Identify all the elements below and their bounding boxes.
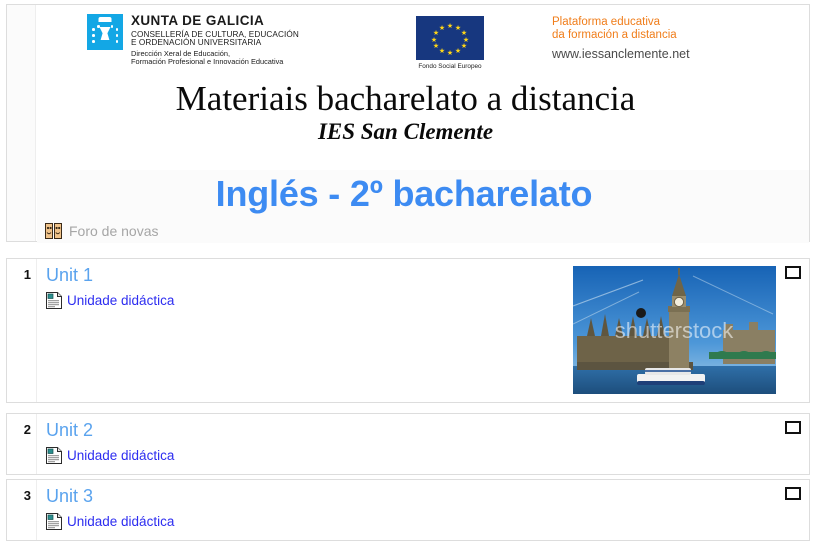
course-banner: XUNTA DE GALICIA CONSELLERÍA DE CULTURA,… (37, 5, 774, 170)
document-icon (46, 513, 62, 530)
banner-logo-row: XUNTA DE GALICIA CONSELLERÍA DE CULTURA,… (37, 5, 774, 75)
course-section-3: 3 Unit 3 Unidade didáctica (6, 479, 810, 541)
section-side-strip (7, 5, 36, 241)
activity-item-forum[interactable]: Foro de novas (45, 223, 159, 239)
section-inner: 2 Unit 2 Unidade didáctica (7, 414, 809, 474)
banner-subtitle: IES San Clemente (317, 118, 494, 144)
section-content: Unit 2 Unidade didáctica (36, 414, 809, 474)
section-select-checkbox[interactable] (785, 421, 801, 434)
section-content: Unit 3 Unidade didáctica (36, 480, 809, 540)
resource-label: Unidade didáctica (67, 448, 175, 463)
resource-label: Unidade didáctica (67, 293, 175, 308)
platform-line-1: Plataforma educativa (552, 16, 661, 28)
platform-info-block: Plataforma educativa da formación a dist… (552, 16, 767, 61)
resource-label: Unidade didáctica (67, 514, 175, 529)
document-icon (46, 447, 62, 464)
resource-item-unidade-didactica[interactable]: Unidade didáctica (46, 513, 174, 530)
xunta-text-block: XUNTA DE GALICIA CONSELLERÍA DE CULTURA,… (131, 13, 299, 67)
banner-title: Materiais bacharelato a distancia (175, 79, 636, 118)
galicia-coat-of-arms-icon (87, 14, 123, 50)
resource-item-unidade-didactica[interactable]: Unidade didáctica (46, 447, 174, 464)
section-title-unit-3[interactable]: Unit 3 (46, 486, 93, 507)
header-inner: XUNTA DE GALICIA CONSELLERÍA DE CULTURA,… (7, 5, 809, 243)
xunta-title: XUNTA DE GALICIA (131, 13, 265, 28)
document-icon (46, 292, 62, 309)
course-section-1: 1 Unit 1 Unidade didáctica shutterstock (6, 258, 810, 403)
course-header-section: XUNTA DE GALICIA CONSELLERÍA DE CULTURA,… (6, 4, 810, 243)
european-union-caption: Fondo Social Europeo (418, 63, 482, 70)
section-number: 3 (23, 488, 31, 503)
forum-icon (45, 223, 62, 239)
section-title-unit-2[interactable]: Unit 2 (46, 420, 93, 441)
section-inner: 1 Unit 1 Unidade didáctica shutterstock (7, 259, 809, 402)
course-headline-band: Inglés - 2º bacharelato Foro de novas (37, 170, 809, 243)
resource-item-unidade-didactica[interactable]: Unidade didáctica (46, 292, 174, 309)
xunta-line-5: Formación Profesional e Innovación Educa… (131, 57, 284, 67)
page-title: Inglés - 2º bacharelato (215, 173, 593, 214)
section-select-checkbox[interactable] (785, 487, 801, 500)
big-ben-westminster-photo: shutterstock (573, 266, 776, 394)
section-content: Unit 1 Unidade didáctica shutterstock (36, 259, 809, 402)
platform-line-2: da formación a distancia (552, 29, 677, 41)
xunta-line-3: E ORDENACIÓN UNIVERSITARIA (131, 38, 262, 48)
section-number: 2 (23, 422, 31, 437)
big-ben-photo-svg: shutterstock (573, 266, 776, 394)
photo-watermark: shutterstock (615, 318, 735, 343)
forum-label: Foro de novas (69, 223, 159, 239)
xunta-de-galicia-logo: XUNTA DE GALICIA CONSELLERÍA DE CULTURA,… (87, 13, 299, 67)
section-title-unit-1[interactable]: Unit 1 (46, 265, 93, 286)
course-section-2: 2 Unit 2 Unidade didáctica (6, 413, 810, 475)
platform-url: www.iessanclemente.net (552, 47, 690, 61)
section-inner: 3 Unit 3 Unidade didáctica (7, 480, 809, 540)
european-union-flag-icon: ★ ★ ★ ★ ★ ★ ★ ★ ★ ★ ★ ★ (416, 16, 484, 60)
section-number: 1 (23, 267, 31, 282)
european-union-logo: ★ ★ ★ ★ ★ ★ ★ ★ ★ ★ ★ ★ Fondo Social Eur… (402, 16, 498, 70)
section-select-checkbox[interactable] (785, 266, 801, 279)
